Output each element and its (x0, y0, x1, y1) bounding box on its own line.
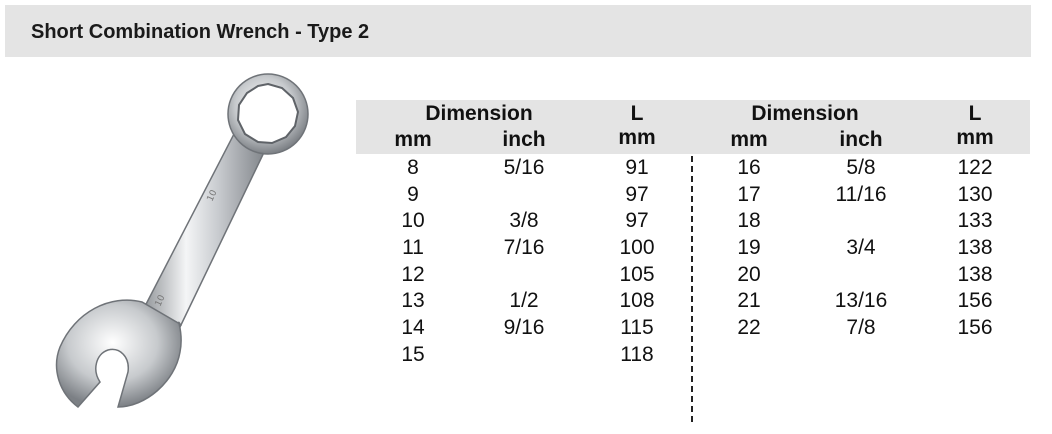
header-l-left: L (630, 102, 644, 125)
table-cell: 19 (737, 236, 761, 259)
table-cell: 108 (619, 289, 655, 312)
table-cell: 10 (401, 209, 425, 232)
table-cell: 3/4 (846, 236, 876, 259)
table-cell: 1/2 (509, 289, 539, 312)
table-cell: 138 (957, 236, 993, 259)
title-bar: Short Combination Wrench - Type 2 (5, 5, 1031, 57)
header-dimension-left: Dimension (425, 102, 533, 125)
table-cell: 91 (625, 156, 649, 179)
header-inch-right: inch (839, 128, 883, 151)
table-cell: 133 (957, 209, 993, 232)
table-cell: 11/16 (835, 183, 887, 206)
table-cell: 130 (957, 183, 993, 206)
header-mm-left: mm (394, 128, 432, 151)
table-cell: 14 (401, 316, 425, 339)
table-cell: 21 (737, 289, 761, 312)
table-cell: 20 (737, 263, 761, 286)
table-cell: 97 (625, 183, 649, 206)
table-cell: 5/16 (503, 156, 545, 179)
table-cell: 11 (402, 236, 424, 259)
header-l-right: L (968, 102, 982, 125)
header-l-mm-right: mm (956, 126, 994, 149)
page-title: Short Combination Wrench - Type 2 (31, 21, 370, 43)
header-l-mm-left: mm (618, 126, 656, 149)
table-cell: 5/8 (846, 156, 876, 179)
table-cell: 12 (401, 263, 425, 286)
header-mm-right: mm (730, 128, 768, 151)
table-cell: 3/8 (509, 209, 539, 232)
table-cell: 9 (407, 183, 419, 206)
table-cell: 97 (625, 209, 649, 232)
table-cell: 17 (737, 183, 761, 206)
table-cell: 118 (620, 343, 654, 366)
table-cell: 8 (407, 156, 419, 179)
table-cell: 156 (957, 316, 993, 339)
table-cell: 7/8 (846, 316, 876, 339)
table-cell: 105 (619, 263, 655, 286)
table-cell: 18 (737, 209, 761, 232)
table-cell: 13 (401, 289, 425, 312)
combination-wrench-icon: 10 10 (55, 73, 309, 409)
table-cell: 100 (619, 236, 655, 259)
table-cell: 22 (737, 316, 761, 339)
table-cell: 7/16 (503, 236, 545, 259)
table-cell: 138 (957, 263, 993, 286)
table-cell: 15 (401, 343, 425, 366)
table-cell: 16 (737, 156, 761, 179)
table-cell: 9/16 (503, 316, 545, 339)
header-dimension-right: Dimension (751, 102, 859, 125)
table-cell: 13/16 (834, 289, 888, 312)
table-cell: 122 (957, 156, 993, 179)
table-cell: 115 (620, 316, 654, 339)
header-inch-left: inch (502, 128, 546, 151)
table-cell: 156 (957, 289, 993, 312)
